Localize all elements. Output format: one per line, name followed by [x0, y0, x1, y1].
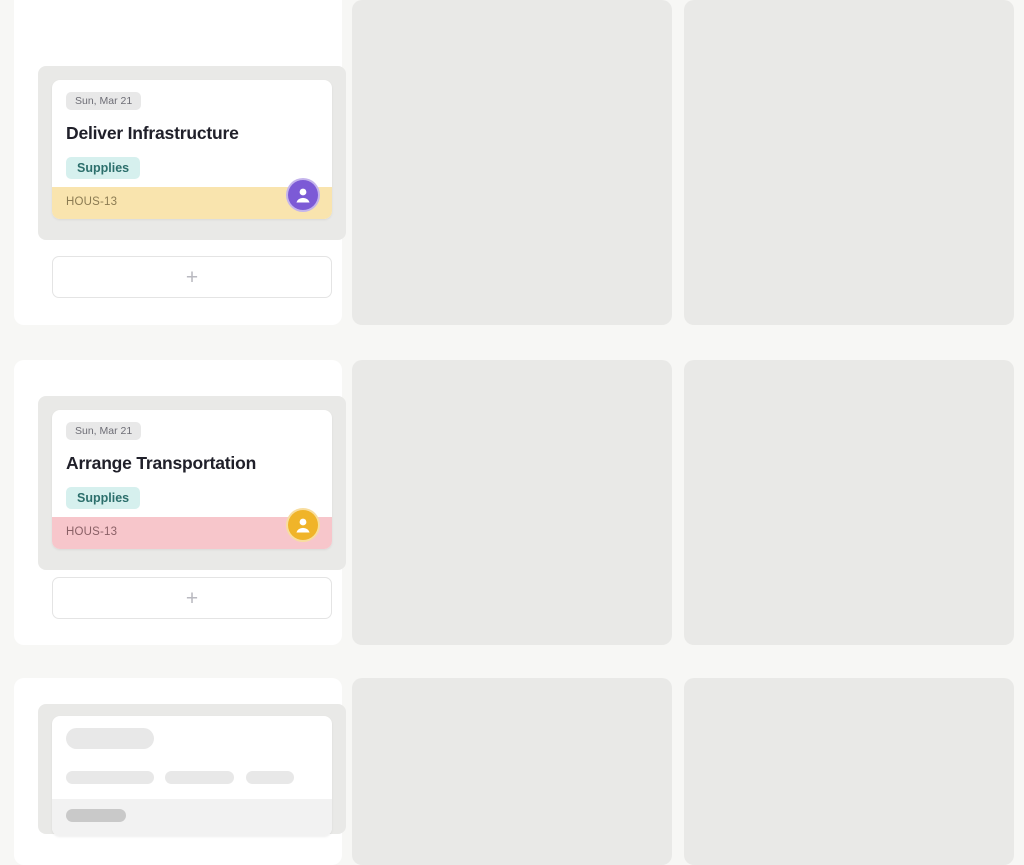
card-title: Arrange Transportation — [66, 453, 257, 473]
card-key: HOUS-13 — [66, 196, 118, 208]
due-date-chip: Sun, Mar 21 — [66, 422, 142, 440]
skeleton-bar — [165, 771, 235, 784]
row-1-column-todo-panel: Wiring HOUS-13 Packaging — [352, 0, 1004, 325]
add-card-button[interactable]: + — [52, 256, 332, 298]
card-tag[interactable]: Supplies — [66, 487, 141, 509]
board-row-2: Sun, Mar 21 Arrange Transportation Suppl… — [0, 360, 1024, 645]
plus-icon: + — [185, 586, 199, 610]
row-3-column-new-panel — [14, 678, 346, 865]
card-footer: HOUS-13 — [52, 508, 332, 549]
row-2-column-todo-panel: 3 Trucks HOUS-13 2 Cars — [352, 360, 1004, 645]
card-body: Sun, Mar 21 Deliver Infrastructure Suppl… — [52, 80, 332, 187]
avatar[interactable] — [286, 508, 320, 542]
row-3-column-done-panel — [684, 678, 1014, 865]
card-body: Sun, Mar 21 Arrange Transportation Suppl… — [52, 410, 332, 517]
card-footer — [52, 799, 332, 836]
plus-icon: + — [185, 265, 199, 289]
card-tag[interactable]: Supplies — [66, 157, 141, 179]
avatar[interactable] — [286, 178, 320, 212]
skeleton-line-group — [66, 771, 318, 789]
card-footer: HOUS-13 — [52, 178, 332, 219]
task-card[interactable]: Sun, Mar 21 Deliver Infrastructure Suppl… — [52, 80, 332, 219]
card-title: Deliver Infrastructure — [66, 123, 239, 143]
skeleton-date-chip — [66, 728, 154, 749]
row-2-column-new-panel: Sun, Mar 21 Arrange Transportation Suppl… — [14, 360, 346, 645]
due-date-chip: Sun, Mar 21 — [66, 92, 142, 110]
skeleton-bar — [66, 771, 154, 784]
row-1-column-done-panel: Hire Leadership HOUS-15 — [684, 0, 1014, 325]
row-1-column-new-panel: Sun, Mar 21 Deliver Infrastructure Suppl… — [14, 0, 346, 325]
task-card[interactable]: Sun, Mar 21 Arrange Transportation Suppl… — [52, 410, 332, 549]
card-key: HOUS-13 — [66, 526, 118, 538]
skeleton-bar — [245, 771, 294, 784]
board-row-3 — [0, 678, 1024, 865]
row-3-column-todo-panel — [352, 678, 1004, 865]
add-card-button[interactable]: + — [52, 577, 332, 619]
skeleton-card — [52, 716, 332, 836]
board-row-1: Sun, Mar 21 Deliver Infrastructure Suppl… — [0, 0, 1024, 325]
card-body — [52, 716, 332, 799]
kanban-board: New ‹ 2 Sub-Task Todo ‹ 5 — [0, 0, 1024, 865]
skeleton-key-bar — [66, 809, 126, 822]
row-2-column-done-panel: 2 Motorcycles HOUS-15 — [684, 360, 1014, 645]
